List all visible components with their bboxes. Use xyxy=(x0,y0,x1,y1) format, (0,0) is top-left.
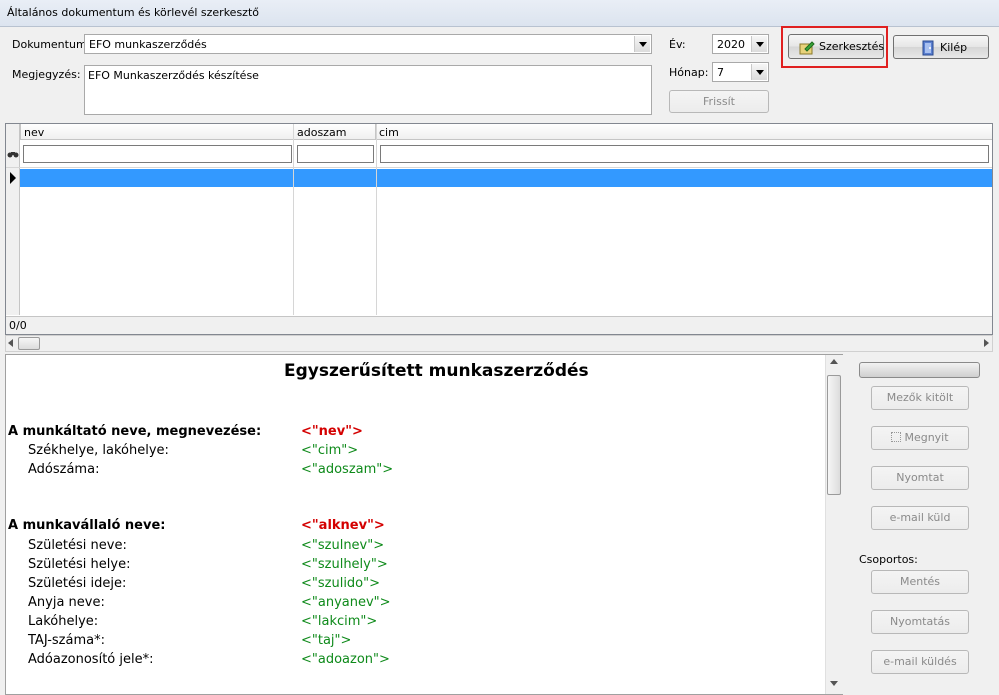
doc-label: Születési helye: xyxy=(28,557,131,572)
doc-field: <"szulhely"> xyxy=(301,557,388,572)
document-vertical-scrollbar[interactable] xyxy=(825,355,843,694)
email-kuldes-button[interactable]: e-mail küldés xyxy=(871,650,969,674)
ev-label: Év: xyxy=(669,38,686,51)
doc-label: Adóazonosító jele*: xyxy=(28,652,154,667)
scroll-right-icon[interactable] xyxy=(984,339,989,347)
mezok-kitolt-button[interactable]: Mezők kitölt xyxy=(871,386,969,410)
progress-bar xyxy=(859,362,980,378)
ev-select[interactable]: 2020 xyxy=(712,34,769,54)
doc-label: Anyja neve: xyxy=(28,595,105,610)
selected-row[interactable] xyxy=(20,169,992,187)
megnyit-button[interactable]: Megnyit xyxy=(871,426,969,450)
filter-row xyxy=(6,141,992,168)
column-header-nev[interactable]: nev xyxy=(21,124,294,140)
megjegyzes-label: Megjegyzés: xyxy=(12,68,81,81)
frissit-button[interactable]: Frissít xyxy=(669,90,769,113)
chevron-down-icon[interactable] xyxy=(751,64,767,80)
grid-status: 0/0 xyxy=(6,316,992,334)
column-header-cim[interactable]: cim xyxy=(376,124,992,140)
doc-label: Adószáma: xyxy=(28,462,100,477)
data-grid[interactable]: nev adoszam cim 0/0 xyxy=(5,123,993,335)
megnyit-label: Megnyit xyxy=(904,431,949,444)
doc-label: Születési ideje: xyxy=(28,576,127,591)
folder-icon xyxy=(891,432,902,442)
doc-label: TAJ-száma*: xyxy=(28,633,105,648)
filter-input-cim[interactable] xyxy=(380,145,989,163)
doc-field: <"lakcim"> xyxy=(301,614,378,629)
mentes-button[interactable]: Mentés xyxy=(871,570,969,594)
nyomtat-button[interactable]: Nyomtat xyxy=(871,466,969,490)
dokumentum-value: EFO munkaszerződés xyxy=(89,38,207,51)
scroll-up-icon[interactable] xyxy=(830,359,838,364)
scroll-thumb[interactable] xyxy=(18,337,40,350)
horizontal-scrollbar[interactable] xyxy=(5,335,993,352)
filter-input-nev[interactable] xyxy=(23,145,292,163)
email-kuld-button[interactable]: e-mail küld xyxy=(871,506,969,530)
doc-label: A munkavállaló neve: xyxy=(8,518,166,533)
doc-field: <"adoszam"> xyxy=(301,462,394,477)
kilep-button[interactable]: Kilép xyxy=(893,35,989,59)
scroll-down-icon[interactable] xyxy=(830,681,838,686)
doc-field: <"alknev"> xyxy=(301,518,385,533)
doc-label: Székhelye, lakóhelye: xyxy=(28,443,169,458)
doc-field: <"szulnev"> xyxy=(301,538,385,553)
chevron-down-icon[interactable] xyxy=(751,36,767,52)
doc-field: <"nev"> xyxy=(301,424,363,439)
edit-icon xyxy=(799,41,815,55)
doc-field: <"adoazon"> xyxy=(301,652,390,667)
kilep-label: Kilép xyxy=(940,41,968,54)
filter-input-adoszam[interactable] xyxy=(297,145,374,163)
doc-label: A munkáltató neve, megnevezése: xyxy=(8,424,262,439)
doc-field: <"szulido"> xyxy=(301,576,381,591)
window-title: Általános dokumentum és körlevél szerkes… xyxy=(7,6,259,19)
doc-field: <"taj"> xyxy=(301,633,352,648)
scroll-thumb[interactable] xyxy=(827,375,841,495)
document-title: Egyszerűsített munkaszerződés xyxy=(284,361,589,381)
dokumentum-select[interactable]: EFO munkaszerződés xyxy=(84,34,652,54)
csoportos-label: Csoportos: xyxy=(859,553,918,566)
megjegyzes-textarea[interactable]: EFO Munkaszerződés készítése xyxy=(84,65,652,115)
doc-field: <"anyanev"> xyxy=(301,595,391,610)
document-preview[interactable]: Egyszerűsített munkaszerződés A munkálta… xyxy=(5,354,843,695)
ev-value: 2020 xyxy=(717,38,745,51)
nyomtatas-button[interactable]: Nyomtatás xyxy=(871,610,969,634)
column-header-adoszam[interactable]: adoszam xyxy=(294,124,376,140)
binoculars-icon xyxy=(7,152,19,158)
column-separator xyxy=(376,124,377,315)
exit-door-icon xyxy=(922,40,934,56)
doc-label: Lakóhelye: xyxy=(28,614,99,629)
doc-field: <"cim"> xyxy=(301,443,359,458)
honap-select[interactable]: 7 xyxy=(712,62,769,82)
chevron-down-icon[interactable] xyxy=(634,36,650,52)
column-separator xyxy=(293,124,294,315)
dokumentum-label: Dokumentum: xyxy=(12,38,91,51)
honap-value: 7 xyxy=(717,66,724,79)
title-bar: Általános dokumentum és körlevél szerkes… xyxy=(0,0,999,27)
doc-label: Születési neve: xyxy=(28,538,127,553)
szerkesztes-button[interactable]: Szerkesztés xyxy=(788,34,884,59)
honap-label: Hónap: xyxy=(669,66,709,79)
row-pointer-icon xyxy=(10,172,16,184)
szerkesztes-label: Szerkesztés xyxy=(819,40,885,53)
megjegyzes-value: EFO Munkaszerződés készítése xyxy=(88,69,259,82)
scroll-left-icon[interactable] xyxy=(8,339,13,347)
